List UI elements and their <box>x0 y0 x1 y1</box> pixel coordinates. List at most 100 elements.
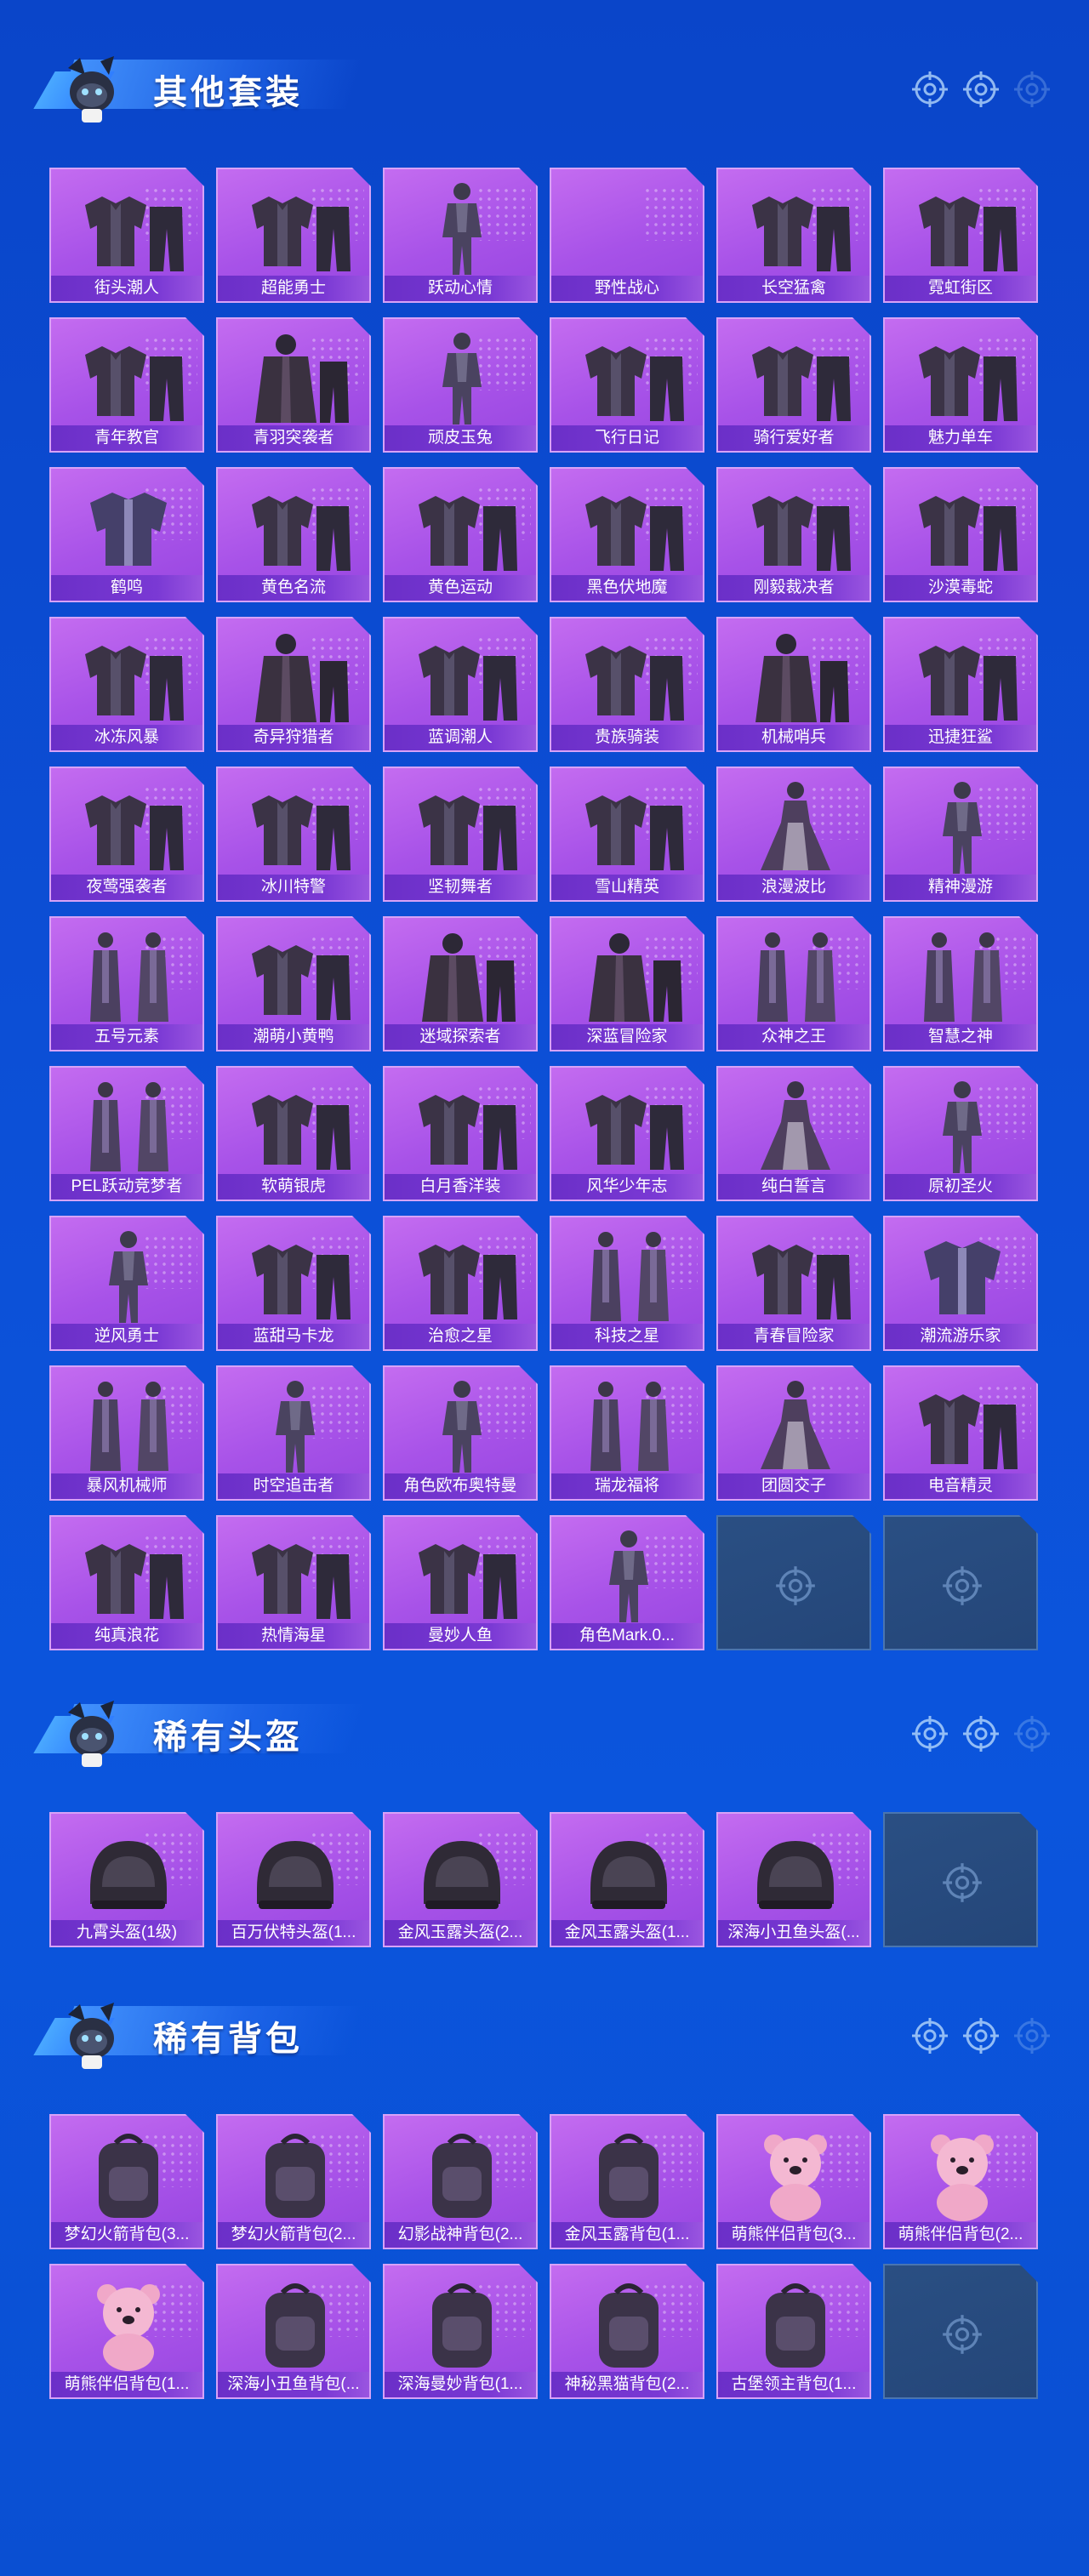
item-name: 青羽突袭者 <box>218 425 369 451</box>
item-card[interactable]: 九霄头盔(1级) <box>49 1812 204 1947</box>
item-card[interactable]: 萌熊伴侣背包(3... <box>716 2114 871 2249</box>
item-card[interactable]: 深海曼妙背包(1... <box>383 2264 538 2399</box>
item-card[interactable]: 深海小丑鱼背包(... <box>216 2264 371 2399</box>
item-card[interactable]: 飞行日记 <box>550 317 704 453</box>
item-card[interactable]: 软萌银虎 <box>216 1066 371 1201</box>
item-card[interactable]: 热情海星 <box>216 1515 371 1650</box>
item-card[interactable]: 迷域探索者 <box>383 916 538 1051</box>
item-name: 青春冒险家 <box>718 1324 869 1349</box>
item-card[interactable]: 科技之星 <box>550 1216 704 1351</box>
item-card[interactable]: 众神之王 <box>716 916 871 1051</box>
item-card[interactable]: 瑞龙福将 <box>550 1365 704 1501</box>
item-name: 白月香洋装 <box>385 1174 536 1200</box>
mascot-icon <box>51 1697 128 1774</box>
item-card[interactable]: 冰川特警 <box>216 767 371 902</box>
item-card[interactable]: 野性战心 <box>550 168 704 303</box>
item-card[interactable]: 曼妙人鱼 <box>383 1515 538 1650</box>
item-card[interactable]: 金风玉露背包(1... <box>550 2114 704 2249</box>
item-card[interactable]: 原初圣火 <box>883 1066 1038 1201</box>
jacket-pants-icon <box>68 178 189 278</box>
item-card[interactable]: 纯真浪花 <box>49 1515 204 1650</box>
item-name: 风华少年志 <box>551 1174 703 1200</box>
figure-icon <box>902 777 1023 877</box>
item-card[interactable]: 五号元素 <box>49 916 204 1051</box>
item-card[interactable]: 萌熊伴侣背包(1... <box>49 2264 204 2399</box>
jacket-pants-icon <box>735 477 856 578</box>
item-card[interactable]: 幻影战神背包(2... <box>383 2114 538 2249</box>
jacket-pants-icon <box>902 1376 1023 1476</box>
item-card[interactable]: 冰冻风暴 <box>49 617 204 752</box>
item-name: 蓝甜马卡龙 <box>218 1324 369 1349</box>
item-card[interactable]: 雪山精英 <box>550 767 704 902</box>
item-card[interactable]: 骑行爱好者 <box>716 317 871 453</box>
item-card[interactable]: 迅捷狂鲨 <box>883 617 1038 752</box>
item-card[interactable]: 纯白誓言 <box>716 1066 871 1201</box>
item-card[interactable]: 街头潮人 <box>49 168 204 303</box>
item-card[interactable]: 治愈之星 <box>383 1216 538 1351</box>
item-card[interactable]: 蓝甜马卡龙 <box>216 1216 371 1351</box>
item-card[interactable]: 黑色伏地魔 <box>550 467 704 602</box>
item-card[interactable]: 沙漠毒蛇 <box>883 467 1038 602</box>
crosshair-icon <box>941 1861 984 1904</box>
item-name: 冰冻风暴 <box>51 725 202 750</box>
item-card[interactable]: 潮萌小黄鸭 <box>216 916 371 1051</box>
item-card[interactable]: 机械哨兵 <box>716 617 871 752</box>
figure-icon <box>402 178 522 278</box>
item-card[interactable]: 刚毅裁决者 <box>716 467 871 602</box>
item-card[interactable]: 风华少年志 <box>550 1066 704 1201</box>
crosshair-icon <box>1012 1714 1052 1753</box>
item-card[interactable]: 角色欧布奥特曼 <box>383 1365 538 1501</box>
item-card[interactable]: 坚韧舞者 <box>383 767 538 902</box>
item-card[interactable]: 百万伏特头盔(1... <box>216 1812 371 1947</box>
item-card[interactable]: 顽皮玉兔 <box>383 317 538 453</box>
item-card[interactable]: 霓虹街区 <box>883 168 1038 303</box>
item-card[interactable]: 梦幻火箭背包(3... <box>49 2114 204 2249</box>
item-card[interactable]: 潮流游乐家 <box>883 1216 1038 1351</box>
item-card[interactable]: 精神漫游 <box>883 767 1038 902</box>
item-card[interactable]: 黄色运动 <box>383 467 538 602</box>
item-card[interactable]: 深海小丑鱼头盔(... <box>716 1812 871 1947</box>
figure-icon <box>568 1525 689 1626</box>
figures-icon <box>68 1076 189 1177</box>
item-card[interactable]: 萌熊伴侣背包(2... <box>883 2114 1038 2249</box>
item-name: 金风玉露头盔(2... <box>385 1920 536 1946</box>
item-card[interactable]: 长空猛禽 <box>716 168 871 303</box>
item-card[interactable]: 电音精灵 <box>883 1365 1038 1501</box>
item-card[interactable]: 黄色名流 <box>216 467 371 602</box>
backpack-icon <box>735 2274 856 2374</box>
jacket-pants-icon <box>235 777 356 877</box>
item-card[interactable]: 鹤鸣 <box>49 467 204 602</box>
item-card[interactable]: 跃动心情 <box>383 168 538 303</box>
item-card[interactable]: 梦幻火箭背包(2... <box>216 2114 371 2249</box>
item-card[interactable]: 深蓝冒险家 <box>550 916 704 1051</box>
item-card[interactable]: 超能勇士 <box>216 168 371 303</box>
item-card[interactable]: 逆风勇士 <box>49 1216 204 1351</box>
backpack-icon <box>68 2124 189 2225</box>
jacket-pants-icon <box>402 777 522 877</box>
item-card[interactable]: 暴风机械师 <box>49 1365 204 1501</box>
item-name: 黄色运动 <box>385 575 536 601</box>
item-card[interactable]: 贵族骑装 <box>550 617 704 752</box>
item-card[interactable]: 神秘黑猫背包(2... <box>550 2264 704 2399</box>
item-card[interactable]: 浪漫波比 <box>716 767 871 902</box>
item-card[interactable]: 金风玉露头盔(2... <box>383 1812 538 1947</box>
jacket-pants-icon <box>235 1525 356 1626</box>
item-card[interactable]: 魅力单车 <box>883 317 1038 453</box>
mascot-icon <box>51 53 128 129</box>
item-card[interactable]: 蓝调潮人 <box>383 617 538 752</box>
item-card[interactable]: 青年教官 <box>49 317 204 453</box>
item-card[interactable]: 角色Mark.0... <box>550 1515 704 1650</box>
item-card[interactable]: 古堡领主背包(1... <box>716 2264 871 2399</box>
item-card[interactable]: 智慧之神 <box>883 916 1038 1051</box>
item-card[interactable]: 青羽突袭者 <box>216 317 371 453</box>
item-name: 纯白誓言 <box>718 1174 869 1200</box>
item-name: 黄色名流 <box>218 575 369 601</box>
item-card[interactable]: 青春冒险家 <box>716 1216 871 1351</box>
item-card[interactable]: PEL跃动竞梦者 <box>49 1066 204 1201</box>
item-card[interactable]: 白月香洋装 <box>383 1066 538 1201</box>
item-card[interactable]: 金风玉露头盔(1... <box>550 1812 704 1947</box>
item-card[interactable]: 奇异狩猎者 <box>216 617 371 752</box>
item-card[interactable]: 团圆交子 <box>716 1365 871 1501</box>
item-card[interactable]: 夜莺强袭者 <box>49 767 204 902</box>
item-card[interactable]: 时空追击者 <box>216 1365 371 1501</box>
